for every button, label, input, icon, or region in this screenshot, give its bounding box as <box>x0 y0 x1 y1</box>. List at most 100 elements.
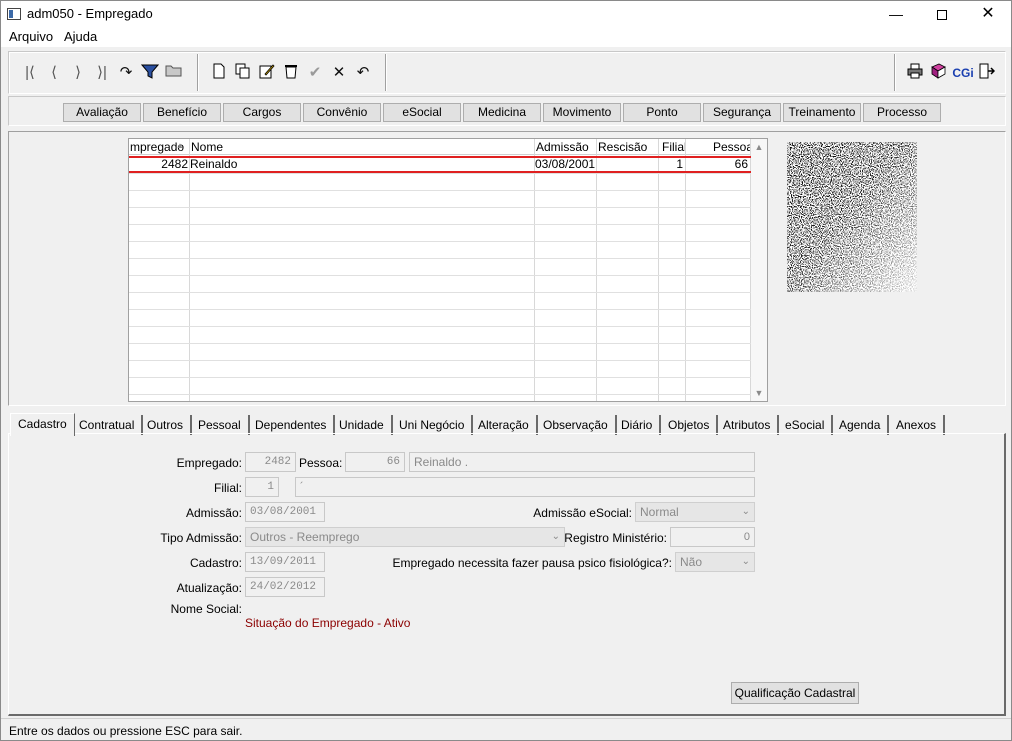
cadastro-field[interactable]: 13/09/2011 <box>245 552 325 572</box>
first-record-icon[interactable]: |⟨ <box>20 63 40 83</box>
filial-description-field[interactable]: ´ <box>295 477 755 497</box>
tab-outros[interactable]: Outros <box>140 415 193 435</box>
folder-open-icon[interactable] <box>164 63 184 83</box>
new-document-icon[interactable] <box>209 63 229 83</box>
cell-pessoa: 66 <box>734 157 748 171</box>
chevron-down-icon: ⌄ <box>551 531 560 542</box>
module-convenio-button[interactable]: Convênio <box>303 103 381 122</box>
table-row[interactable]: 2482 Reinaldo 03/08/2001 1 66 <box>129 156 754 173</box>
filial-label: Filial: <box>213 481 242 495</box>
pausa-psico-label: Empregado necessita fazer pausa psico fi… <box>392 556 673 570</box>
module-beneficio-button[interactable]: Benefício <box>143 103 221 122</box>
admissao-esocial-select[interactable]: Normal ⌄ <box>635 502 755 522</box>
col-header-nome[interactable]: Nome <box>191 140 223 154</box>
employee-grid-panel: mpregado ▲ Nome Admissão Rescisão Filial… <box>8 131 1006 406</box>
grid-row-line <box>129 190 751 191</box>
edit-icon[interactable] <box>257 63 277 83</box>
pausa-psico-select[interactable]: Não ⌄ <box>675 552 755 572</box>
grid-row-line <box>129 241 751 242</box>
toolbar-separator <box>894 54 896 91</box>
book-icon[interactable] <box>928 63 948 83</box>
empregado-field[interactable]: 2482 <box>245 452 296 472</box>
module-esocial-button[interactable]: eSocial <box>383 103 461 122</box>
grid-row-line <box>129 360 751 361</box>
qualificacao-cadastral-button[interactable]: Qualificação Cadastral <box>731 682 859 704</box>
employee-grid[interactable]: mpregado ▲ Nome Admissão Rescisão Filial… <box>128 138 768 402</box>
tab-observacao[interactable]: Observação <box>536 415 617 435</box>
menu-ajuda[interactable]: Ajuda <box>64 29 97 44</box>
copy-icon[interactable] <box>233 63 253 83</box>
grid-column-line <box>534 139 535 401</box>
toolbar: |⟨ ⟨ ⟩ ⟩| ↷ ✔ ✕ ↶ CGi <box>8 51 1006 94</box>
registro-ministerio-field[interactable]: 0 <box>670 527 755 547</box>
delete-icon[interactable] <box>281 63 301 83</box>
grid-row-line <box>129 343 751 344</box>
tab-uni-negocio[interactable]: Uni Negócio <box>392 415 474 435</box>
atualizacao-label: Atualização: <box>176 581 242 595</box>
tab-objetos[interactable]: Objetos <box>661 415 719 435</box>
tab-agenda[interactable]: Agenda <box>832 415 890 435</box>
next-record-icon[interactable]: ⟩ <box>68 63 88 83</box>
grid-row-line <box>129 207 751 208</box>
tab-strip: Cadastro Contratual Outros Pessoal Depen… <box>8 413 1006 436</box>
tab-contratual[interactable]: Contratual <box>72 415 144 435</box>
maximize-button[interactable] <box>919 1 965 27</box>
atualizacao-field[interactable]: 24/02/2012 <box>245 577 325 597</box>
nome-social-label: Nome Social: <box>170 602 242 616</box>
grid-row-line <box>129 394 751 395</box>
tab-atributos[interactable]: Atributos <box>716 415 780 435</box>
cancel-icon[interactable]: ✕ <box>329 63 349 83</box>
minimize-button[interactable]: — <box>873 1 919 27</box>
cgi-icon[interactable]: CGi <box>951 63 975 83</box>
grid-scrollbar[interactable]: ▲ ▼ <box>751 139 767 401</box>
last-record-icon[interactable]: ⟩| <box>92 63 112 83</box>
grid-column-line <box>658 139 659 401</box>
module-treinamento-button[interactable]: Treinamento <box>783 103 861 122</box>
prev-record-icon[interactable]: ⟨ <box>44 63 64 83</box>
scroll-down-icon[interactable]: ▼ <box>751 385 767 401</box>
tab-unidade[interactable]: Unidade <box>332 415 393 435</box>
tipo-admissao-select[interactable]: Outros - Reemprego ⌄ <box>245 527 565 547</box>
close-button[interactable]: ✕ <box>965 1 1011 27</box>
module-ponto-button[interactable]: Ponto <box>623 103 701 122</box>
pessoa-field[interactable]: 66 <box>345 452 405 472</box>
grid-column-line <box>596 139 597 401</box>
tab-esocial[interactable]: eSocial <box>778 415 834 435</box>
filial-field[interactable]: 1 <box>245 477 279 497</box>
cadastro-label: Cadastro: <box>189 556 242 570</box>
nome-field[interactable]: Reinaldo . <box>409 452 755 472</box>
refresh-icon[interactable]: ↷ <box>116 63 136 83</box>
menu-arquivo[interactable]: Arquivo <box>9 29 53 44</box>
module-processo-button[interactable]: Processo <box>863 103 941 122</box>
status-bar: Entre os dados ou pressione ESC para sai… <box>1 718 1011 740</box>
print-icon[interactable] <box>905 63 925 83</box>
undo-icon[interactable]: ↶ <box>353 63 373 83</box>
col-header-filial[interactable]: Filial <box>662 140 687 154</box>
filter-icon[interactable] <box>140 63 160 83</box>
pausa-psico-value: Não <box>680 555 703 569</box>
tab-diario[interactable]: Diário <box>614 415 662 435</box>
cell-nome: Reinaldo <box>190 157 238 171</box>
tab-dependentes[interactable]: Dependentes <box>248 415 336 435</box>
module-movimento-button[interactable]: Movimento <box>543 103 621 122</box>
tab-anexos[interactable]: Anexos <box>889 415 946 435</box>
tab-pessoal[interactable]: Pessoal <box>191 415 250 435</box>
grid-row-line <box>129 173 751 174</box>
exit-icon[interactable] <box>977 63 997 83</box>
module-cargos-button[interactable]: Cargos <box>223 103 301 122</box>
col-header-pessoa[interactable]: Pessoa <box>713 140 753 154</box>
chevron-down-icon: ⌄ <box>741 556 750 567</box>
admissao-field[interactable]: 03/08/2001 <box>245 502 325 522</box>
confirm-icon[interactable]: ✔ <box>305 63 325 83</box>
scroll-up-icon[interactable]: ▲ <box>751 139 767 155</box>
toolbar-separator <box>385 54 387 91</box>
module-seguranca-button[interactable]: Segurança <box>703 103 781 122</box>
tab-alteracao[interactable]: Alteração <box>471 415 538 435</box>
module-medicina-button[interactable]: Medicina <box>463 103 541 122</box>
col-header-rescisao[interactable]: Rescisão <box>598 140 647 154</box>
tab-cadastro[interactable]: Cadastro <box>10 413 75 436</box>
admissao-esocial-label: Admissão eSocial: <box>533 506 632 520</box>
module-avaliacao-button[interactable]: Avaliação <box>63 103 141 122</box>
grid-row-line <box>129 258 751 259</box>
col-header-admissao[interactable]: Admissão <box>536 140 589 154</box>
